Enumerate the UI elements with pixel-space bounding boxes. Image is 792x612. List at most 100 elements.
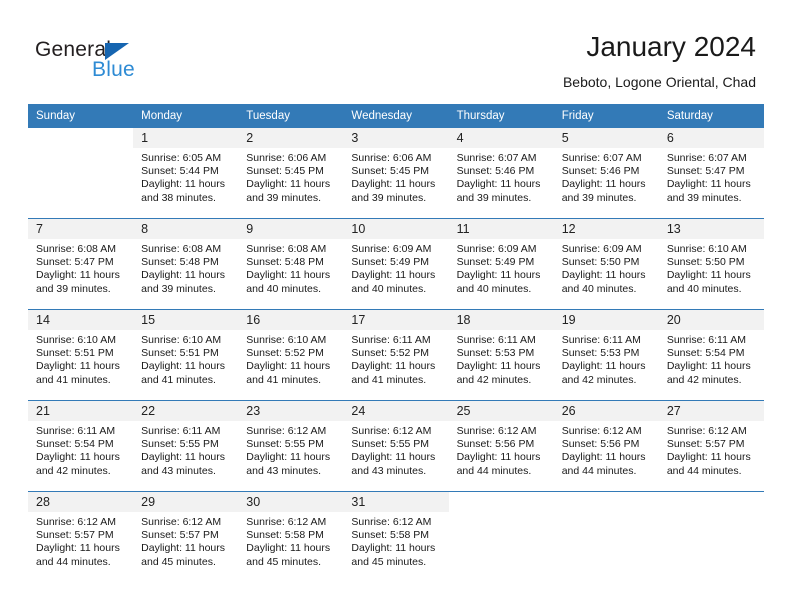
day-number: 18: [448, 310, 554, 330]
title-block: January 2024 Beboto, Logone Oriental, Ch…: [563, 30, 756, 92]
sunset-text: Sunset: 5:52 PM: [351, 347, 430, 360]
sunset-text: Sunset: 5:51 PM: [36, 347, 114, 360]
daylight-text-line2: and 41 minutes.: [246, 373, 321, 386]
calendar-day-cell[interactable]: 11 Sunrise: 6:09 AM Sunset: 5:49 PM Dayligh…: [448, 218, 554, 310]
daylight-text-line2: and 42 minutes.: [561, 373, 637, 386]
calendar-day-cell[interactable]: 9 Sunrise: 6:08 AM Sunset: 5:48 PM Daylight…: [238, 218, 344, 310]
daylight-text-line1: Daylight: 11 hours: [141, 178, 225, 191]
calendar-day-cell[interactable]: 8 Sunrise: 6:08 AM Sunset: 5:48 PM Daylight…: [133, 218, 239, 310]
calendar-day-cell: [658, 491, 764, 582]
day-details: Sunrise: 6:12 AM Sunset: 5:56 PM Daylight:…: [554, 421, 659, 478]
day-number: 1: [133, 128, 239, 148]
sunset-text: Sunset: 5:44 PM: [141, 165, 219, 178]
calendar-body: 1 Sunrise: 6:05 AM Sunset: 5:44 PM Daylight…: [28, 128, 764, 582]
day-number: [28, 128, 133, 148]
daylight-text-line2: and 45 minutes.: [246, 555, 321, 568]
daylight-text-line1: Daylight: 11 hours: [351, 269, 436, 282]
day-details: Sunrise: 6:11 AM Sunset: 5:52 PM Daylight:…: [343, 330, 448, 387]
daylight-text-line1: Daylight: 11 hours: [456, 451, 541, 464]
daylight-text-line1: Daylight: 11 hours: [351, 360, 436, 373]
sunset-text: Sunset: 5:54 PM: [666, 347, 745, 360]
day-details: Sunrise: 6:11 AM Sunset: 5:55 PM Daylight:…: [133, 421, 238, 478]
calendar-day-cell[interactable]: 29 Sunrise: 6:12 AM Sunset: 5:57 PM Dayligh…: [133, 491, 239, 582]
calendar-day-cell[interactable]: 17 Sunrise: 6:11 AM Sunset: 5:52 PM Dayligh…: [343, 309, 449, 401]
calendar-day-cell[interactable]: 12 Sunrise: 6:09 AM Sunset: 5:50 PM Dayligh…: [553, 218, 659, 310]
location-subtitle: Beboto, Logone Oriental, Chad: [562, 74, 756, 90]
sunset-text: Sunset: 5:48 PM: [141, 256, 219, 269]
day-number: 4: [448, 128, 554, 148]
sunset-text: Sunset: 5:49 PM: [456, 256, 535, 269]
day-details: Sunrise: 6:12 AM Sunset: 5:55 PM Daylight:…: [343, 421, 448, 478]
sunrise-text: Sunrise: 6:11 AM: [666, 334, 747, 346]
day-number: 31: [343, 492, 449, 512]
calendar-day-cell[interactable]: 20 Sunrise: 6:11 AM Sunset: 5:54 PM Dayligh…: [658, 309, 764, 401]
daylight-text-line2: and 40 minutes.: [561, 282, 637, 295]
day-number: 29: [133, 492, 239, 512]
sunset-text: Sunset: 5:45 PM: [246, 165, 324, 178]
daylight-text-line2: and 39 minutes.: [666, 191, 742, 204]
daylight-text-line2: and 44 minutes.: [561, 464, 637, 477]
day-details: Sunrise: 6:12 AM Sunset: 5:58 PM Daylight:…: [238, 512, 343, 569]
calendar-day-cell[interactable]: 16 Sunrise: 6:10 AM Sunset: 5:52 PM Dayligh…: [238, 309, 344, 401]
weekday-header-wednesday: Wednesday: [343, 104, 449, 128]
day-cell-content: [449, 492, 554, 582]
calendar-day-cell[interactable]: 6 Sunrise: 6:07 AM Sunset: 5:47 PM Daylight…: [658, 128, 764, 219]
day-cell-content: 11 Sunrise: 6:09 AM Sunset: 5:49 PM Dayligh…: [448, 219, 554, 309]
day-number: 9: [238, 219, 344, 239]
calendar-day-cell[interactable]: 21 Sunrise: 6:11 AM Sunset: 5:54 PM Dayligh…: [28, 400, 134, 492]
sunrise-text: Sunrise: 6:10 AM: [666, 243, 747, 255]
calendar-day-cell[interactable]: 14 Sunrise: 6:10 AM Sunset: 5:51 PM Dayligh…: [28, 309, 134, 401]
calendar-day-cell[interactable]: 4 Sunrise: 6:07 AM Sunset: 5:46 PM Daylight…: [448, 128, 554, 219]
calendar-day-cell[interactable]: 28 Sunrise: 6:12 AM Sunset: 5:57 PM Dayligh…: [28, 491, 134, 582]
day-number: 26: [553, 401, 659, 421]
daylight-text-line1: Daylight: 11 hours: [561, 178, 646, 191]
day-details: Sunrise: 6:09 AM Sunset: 5:49 PM Daylight:…: [449, 239, 554, 296]
calendar-day-cell[interactable]: 2 Sunrise: 6:06 AM Sunset: 5:45 PM Daylight…: [238, 128, 344, 219]
calendar-day-cell[interactable]: 30 Sunrise: 6:12 AM Sunset: 5:58 PM Dayligh…: [238, 491, 344, 582]
daylight-text-line1: Daylight: 11 hours: [36, 360, 120, 373]
daylight-text-line1: Daylight: 11 hours: [36, 269, 120, 282]
calendar-week-row: 28 Sunrise: 6:12 AM Sunset: 5:57 PM Dayligh…: [28, 491, 764, 582]
calendar-day-cell[interactable]: 15 Sunrise: 6:10 AM Sunset: 5:51 PM Dayligh…: [133, 309, 239, 401]
sunrise-text: Sunrise: 6:12 AM: [666, 425, 747, 437]
day-number: 20: [658, 310, 764, 330]
day-details: Sunrise: 6:12 AM Sunset: 5:57 PM Daylight:…: [659, 421, 764, 478]
sunrise-sunset-calendar: Sunday Monday Tuesday Wednesday Thursday…: [28, 104, 764, 582]
calendar-day-cell[interactable]: 23 Sunrise: 6:12 AM Sunset: 5:55 PM Dayligh…: [238, 400, 344, 492]
daylight-text-line2: and 41 minutes.: [351, 373, 427, 386]
calendar-day-cell[interactable]: 31 Sunrise: 6:12 AM Sunset: 5:58 PM Dayligh…: [343, 491, 449, 582]
calendar-day-cell[interactable]: 25 Sunrise: 6:12 AM Sunset: 5:56 PM Dayligh…: [448, 400, 554, 492]
calendar-day-cell[interactable]: 1 Sunrise: 6:05 AM Sunset: 5:44 PM Daylight…: [133, 128, 239, 219]
day-cell-content: 20 Sunrise: 6:11 AM Sunset: 5:54 PM Dayligh…: [658, 310, 764, 400]
sunset-text: Sunset: 5:55 PM: [141, 438, 219, 451]
calendar-day-cell: [28, 128, 133, 219]
calendar-day-cell[interactable]: 24 Sunrise: 6:12 AM Sunset: 5:55 PM Dayligh…: [343, 400, 449, 492]
sunset-text: Sunset: 5:58 PM: [351, 529, 430, 542]
calendar-day-cell[interactable]: 3 Sunrise: 6:06 AM Sunset: 5:45 PM Daylight…: [343, 128, 449, 219]
sunrise-text: Sunrise: 6:09 AM: [456, 243, 537, 255]
calendar-day-cell[interactable]: 26 Sunrise: 6:12 AM Sunset: 5:56 PM Dayligh…: [553, 400, 659, 492]
calendar-day-cell[interactable]: 19 Sunrise: 6:11 AM Sunset: 5:53 PM Dayligh…: [553, 309, 659, 401]
sunset-text: Sunset: 5:57 PM: [666, 438, 745, 451]
daylight-text-line1: Daylight: 11 hours: [246, 360, 331, 373]
sunrise-text: Sunrise: 6:07 AM: [561, 152, 642, 164]
day-cell-content: 31 Sunrise: 6:12 AM Sunset: 5:58 PM Dayligh…: [343, 492, 449, 582]
sunset-text: Sunset: 5:53 PM: [561, 347, 640, 360]
calendar-day-cell[interactable]: 27 Sunrise: 6:12 AM Sunset: 5:57 PM Dayligh…: [658, 400, 764, 492]
day-number: [554, 492, 659, 512]
day-number: 30: [238, 492, 344, 512]
sunset-text: Sunset: 5:47 PM: [666, 165, 745, 178]
general-blue-logo: General Blue: [35, 38, 235, 84]
calendar-day-cell[interactable]: 18 Sunrise: 6:11 AM Sunset: 5:53 PM Dayligh…: [448, 309, 554, 401]
calendar-day-cell[interactable]: 5 Sunrise: 6:07 AM Sunset: 5:46 PM Daylight…: [553, 128, 659, 219]
calendar-day-cell[interactable]: 7 Sunrise: 6:08 AM Sunset: 5:47 PM Daylight…: [28, 218, 134, 310]
day-cell-content: 25 Sunrise: 6:12 AM Sunset: 5:56 PM Dayligh…: [448, 401, 554, 491]
daylight-text-line1: Daylight: 11 hours: [246, 178, 331, 191]
calendar-day-cell[interactable]: 13 Sunrise: 6:10 AM Sunset: 5:50 PM Dayligh…: [658, 218, 764, 310]
day-cell-content: 19 Sunrise: 6:11 AM Sunset: 5:53 PM Dayligh…: [553, 310, 659, 400]
calendar-day-cell[interactable]: 22 Sunrise: 6:11 AM Sunset: 5:55 PM Dayligh…: [133, 400, 239, 492]
day-number: 7: [28, 219, 134, 239]
calendar-day-cell[interactable]: 10 Sunrise: 6:09 AM Sunset: 5:49 PM Dayligh…: [343, 218, 449, 310]
sunrise-text: Sunrise: 6:12 AM: [246, 425, 327, 437]
day-details: Sunrise: 6:07 AM Sunset: 5:47 PM Daylight:…: [659, 148, 764, 205]
